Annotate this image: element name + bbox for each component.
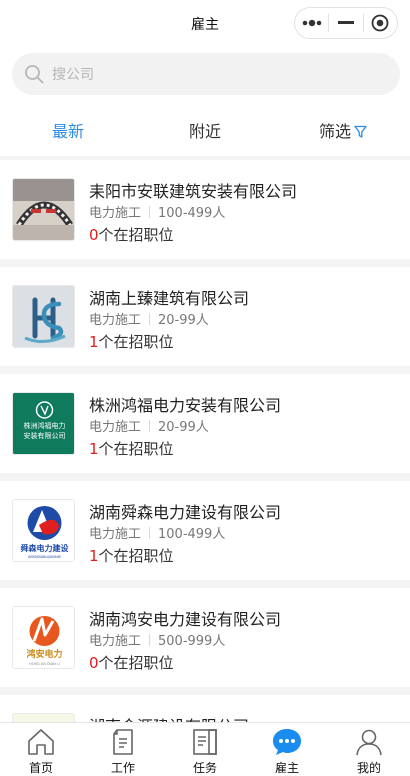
tabbar-profile[interactable]: 我的	[328, 723, 410, 776]
more-dots-icon	[302, 19, 321, 27]
tabbar-work-label: 工作	[110, 761, 135, 775]
company-name: 湖南舜森电力建设有限公司	[89, 503, 282, 522]
company-size: 20-99人	[158, 420, 209, 435]
company-industry: 电力施工	[89, 634, 142, 649]
open-jobs: 0个在招职位	[89, 224, 174, 245]
company-logo: 舜森电力建设 AISENDIANLIJIANSHE	[12, 499, 75, 562]
company-meta: 电力施工 20-99人	[89, 416, 209, 435]
company-name: 湖南上臻建筑有限公司	[89, 289, 250, 308]
open-jobs-label: 个在招职位	[98, 654, 174, 672]
open-jobs-label: 个在招职位	[98, 547, 174, 565]
tabbar-task-label: 任务	[192, 761, 217, 775]
company-card[interactable]: 株洲鸿福电力 安装有限公司 株洲鸿福电力安装有限公司 电力施工 20-99人 1个…	[0, 374, 410, 473]
company-industry: 电力施工	[89, 527, 142, 542]
open-jobs: 1个在招职位	[89, 545, 174, 566]
home-icon	[28, 729, 54, 755]
tabbar-home[interactable]: 首页	[0, 723, 82, 776]
company-card[interactable]: 湖南上臻建筑有限公司 电力施工 20-99人 1个在招职位	[0, 267, 410, 366]
open-jobs-count: 0	[89, 226, 99, 244]
company-logo: 株洲鸿福电力 安装有限公司	[12, 392, 75, 455]
open-jobs-count: 1	[89, 333, 99, 351]
miniprogram-capsule	[294, 7, 398, 39]
company-logo	[12, 285, 75, 348]
employer-chat-icon	[273, 729, 301, 755]
svg-text:HONG AN DIAN LI: HONG AN DIAN LI	[29, 662, 60, 666]
tab-nearby[interactable]: 附近	[189, 118, 221, 142]
company-size: 100-499人	[158, 527, 226, 542]
tab-latest[interactable]: 最新	[52, 118, 84, 142]
honghfu-logo-icon: 株洲鸿福电力 安装有限公司	[13, 393, 74, 454]
company-industry: 电力施工	[89, 313, 142, 328]
minimize-icon	[337, 21, 354, 24]
tab-filter[interactable]: 筛选	[319, 118, 367, 142]
tabbar-home-label: 首页	[28, 761, 53, 775]
hs-monogram-logo-icon	[13, 286, 74, 347]
company-meta: 电力施工 500-999人	[89, 630, 225, 649]
tabbar-task[interactable]: 任务	[164, 723, 246, 776]
company-industry: 电力施工	[89, 420, 142, 435]
svg-text:安装有限公司: 安装有限公司	[24, 431, 66, 440]
tab-filter-label: 筛选	[319, 122, 352, 141]
open-jobs: 1个在招职位	[89, 331, 174, 352]
company-size: 500-999人	[158, 634, 226, 649]
work-icon	[113, 729, 133, 755]
company-industry: 电力施工	[89, 206, 142, 221]
meta-divider	[149, 420, 151, 432]
close-miniprogram-button[interactable]	[364, 8, 397, 38]
company-meta: 电力施工 100-499人	[89, 202, 225, 221]
search-section: 搜公司	[0, 46, 410, 102]
company-logo	[12, 178, 75, 241]
search-icon	[25, 65, 44, 84]
company-card[interactable]: 鸿安电力 HONG AN DIAN LI 湖南鸿安电力建设有限公司 电力施工 50…	[0, 588, 410, 687]
filter-icon	[354, 125, 367, 138]
svg-text:AISENDIANLIJIANSHE: AISENDIANLIJIANSHE	[28, 555, 61, 559]
meta-divider	[149, 527, 151, 539]
svg-text:鸿安电力: 鸿安电力	[26, 648, 62, 660]
company-name: 株洲鸿福电力安装有限公司	[89, 396, 282, 415]
meta-divider	[149, 634, 151, 646]
tabbar-employer-label: 雇主	[274, 761, 299, 775]
open-jobs-count: 1	[89, 440, 99, 458]
tabbar-employer[interactable]: 雇主	[246, 723, 328, 776]
open-jobs: 1个在招职位	[89, 438, 174, 459]
task-icon	[193, 729, 217, 755]
company-card[interactable]: 耒阳市安联建筑安装有限公司 电力施工 100-499人 0个在招职位	[0, 160, 410, 259]
top-bar: 雇主	[0, 0, 410, 46]
bottom-tab-bar: 首页 工作 任务 雇主 我的	[0, 722, 410, 776]
search-placeholder: 搜公司	[52, 67, 94, 83]
company-meta: 电力施工 20-99人	[89, 309, 209, 328]
svg-text:舜森电力建设: 舜森电力建设	[21, 543, 69, 553]
tabbar-profile-label: 我的	[356, 761, 381, 775]
filter-tabs: 最新 附近 筛选	[0, 102, 410, 156]
company-card[interactable]: 舜森电力建设 AISENDIANLIJIANSHE 湖南舜森电力建设有限公司 电…	[0, 481, 410, 580]
minimize-button[interactable]	[329, 8, 362, 38]
hongan-logo-icon: 鸿安电力 HONG AN DIAN LI	[13, 607, 74, 668]
more-menu-button[interactable]	[295, 8, 328, 38]
company-size: 100-499人	[158, 206, 226, 221]
company-meta: 电力施工 100-499人	[89, 523, 225, 542]
profile-icon	[356, 729, 382, 756]
target-close-icon	[371, 14, 389, 32]
open-jobs-label: 个在招职位	[98, 333, 174, 351]
company-name: 湖南鸿安电力建设有限公司	[89, 610, 282, 629]
search-input[interactable]: 搜公司	[12, 53, 400, 95]
svg-text:株洲鸿福电力: 株洲鸿福电力	[24, 421, 66, 430]
open-jobs-label: 个在招职位	[98, 226, 174, 244]
open-jobs-count: 0	[89, 654, 99, 672]
open-jobs: 0个在招职位	[89, 652, 174, 673]
company-name: 耒阳市安联建筑安装有限公司	[89, 182, 298, 201]
company-list: 耒阳市安联建筑安装有限公司 电力施工 100-499人 0个在招职位 湖南上臻建筑…	[0, 160, 410, 776]
open-jobs-label: 个在招职位	[98, 440, 174, 458]
open-jobs-count: 1	[89, 547, 99, 565]
company-size: 20-99人	[158, 313, 209, 328]
shunsen-logo-icon: 舜森电力建设 AISENDIANLIJIANSHE	[13, 500, 74, 561]
company-photo-icon	[13, 179, 74, 240]
meta-divider	[149, 313, 151, 325]
tabbar-work[interactable]: 工作	[82, 723, 164, 776]
meta-divider	[149, 206, 151, 218]
company-logo: 鸿安电力 HONG AN DIAN LI	[12, 606, 75, 669]
